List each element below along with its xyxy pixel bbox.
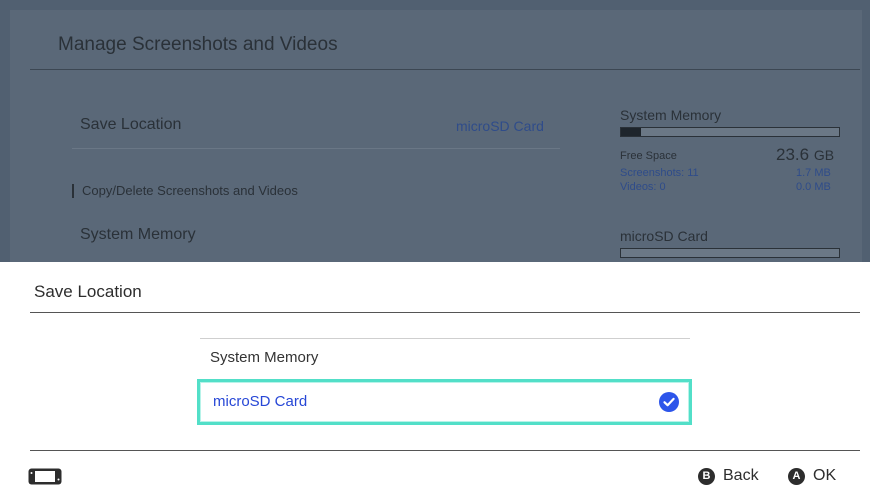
b-button-icon: B [698, 467, 715, 485]
screenshots-size: 1.7 MB [796, 167, 831, 179]
option-microsd-card[interactable]: microSD Card [197, 379, 692, 425]
dialog-title-divider [30, 312, 860, 313]
save-location-dialog: Save Location System Memory microSD Card… [0, 262, 870, 495]
section-header: Copy/Delete Screenshots and Videos [72, 184, 298, 198]
system-memory-usage-fill [621, 128, 641, 136]
row-divider [72, 148, 560, 149]
free-space-label: Free Space [620, 150, 677, 162]
option-system-memory[interactable]: System Memory [210, 349, 318, 366]
back-button[interactable]: B Back [698, 467, 759, 485]
handheld-console-icon [28, 468, 62, 485]
a-button-icon: A [788, 467, 805, 485]
microsd-title: microSD Card [620, 228, 708, 244]
system-memory-row-label: System Memory [80, 226, 196, 243]
videos-count: Videos: 0 [620, 181, 666, 193]
system-memory-usage-bar [620, 127, 840, 137]
checkmark-icon [659, 392, 679, 412]
save-location-row-value: microSD Card [456, 118, 544, 134]
options-top-divider [200, 338, 690, 339]
free-space-value: 23.6 GB [776, 145, 835, 164]
system-memory-title: System Memory [620, 107, 722, 123]
microsd-usage-bar [620, 248, 840, 258]
screenshots-count: Screenshots: 11 [620, 167, 699, 179]
ok-button[interactable]: A OK [788, 467, 836, 485]
option-microsd-label: microSD Card [213, 393, 308, 410]
ok-label: OK [813, 467, 837, 484]
footer-divider [30, 450, 860, 451]
videos-size: 0.0 MB [796, 181, 831, 193]
background-settings-screen: Manage Screenshots and Videos Save Locat… [0, 0, 870, 262]
save-location-row-label: Save Location [80, 116, 182, 133]
page-title: Manage Screenshots and Videos [58, 34, 338, 55]
dialog-title: Save Location [34, 282, 142, 301]
back-label: Back [723, 467, 759, 484]
title-divider [30, 69, 860, 70]
